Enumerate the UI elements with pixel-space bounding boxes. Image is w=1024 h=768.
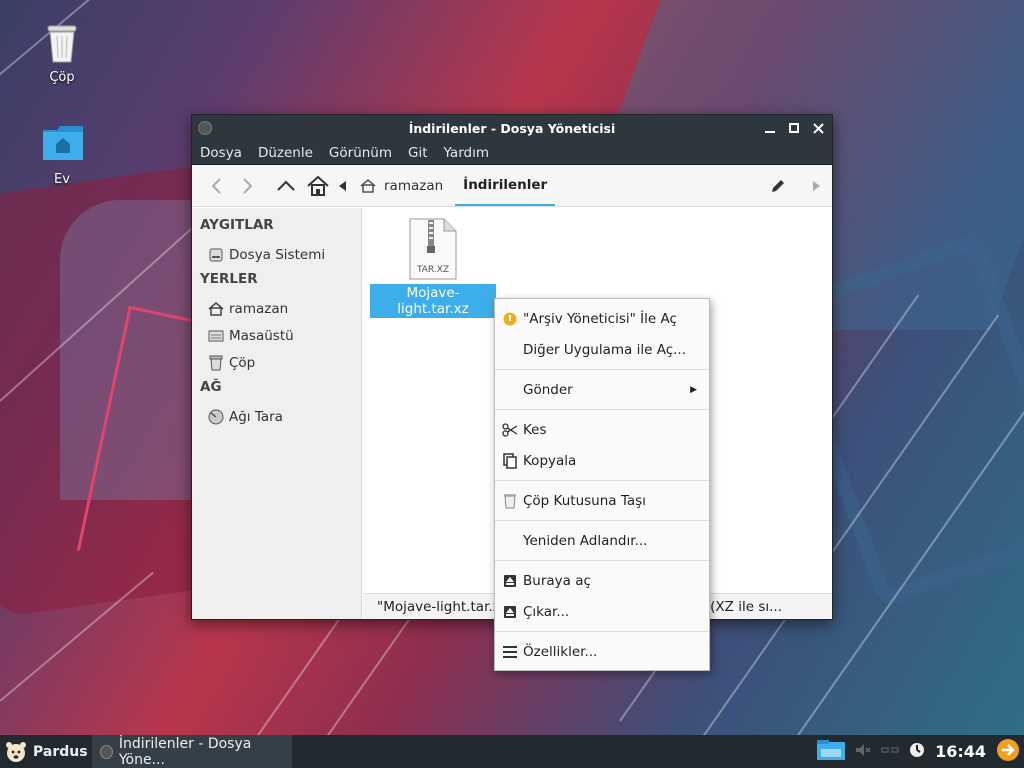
desktop-icon (208, 328, 224, 344)
trash-icon (42, 22, 82, 64)
sidebar-header-network: AĞ (200, 379, 222, 395)
breadcrumb-left-arrow[interactable] (334, 170, 352, 202)
clock[interactable]: 16:44 (935, 742, 986, 761)
pardus-logo-icon (6, 741, 26, 762)
svg-text:TAR.XZ: TAR.XZ (416, 265, 449, 275)
back-button[interactable] (200, 170, 232, 202)
breadcrumb-indirilenler[interactable]: İndirilenler (455, 165, 556, 206)
up-button[interactable] (270, 170, 302, 202)
trash-icon (208, 355, 224, 371)
menu-separator (495, 369, 709, 370)
menu-extract-here[interactable]: Buraya aç (495, 565, 709, 596)
breadcrumb-right-arrow[interactable] (804, 170, 828, 202)
back-icon (211, 177, 221, 194)
drive-icon (208, 247, 224, 263)
sidebar-item-desktop[interactable]: Masaüstü (192, 322, 361, 349)
sidebar-header-places: YERLER (200, 271, 258, 287)
file-manager-icon (100, 744, 113, 759)
menu-rename[interactable]: Yeniden Adlandır... (495, 525, 709, 556)
pencil-icon (772, 179, 784, 192)
desktop-icon-label: Çöp (49, 70, 75, 85)
menu-separator (495, 631, 709, 632)
network-disconnected-icon[interactable] (881, 743, 899, 761)
sidebar-item-trash[interactable]: Çöp (192, 349, 361, 376)
sidebar-item-network[interactable]: Ağı Tara (192, 403, 361, 430)
sidebar-item-filesystem[interactable]: Dosya Sistemi (192, 241, 361, 268)
home-button[interactable] (302, 170, 334, 202)
menu-cut[interactable]: Kes (495, 414, 709, 445)
menu-edit[interactable]: Düzenle (258, 145, 313, 161)
window-menu-icon[interactable] (198, 121, 212, 135)
minimize-button[interactable] (760, 118, 780, 138)
edit-path-button[interactable] (762, 170, 794, 202)
menu-view[interactable]: Görünüm (329, 145, 392, 161)
trash-icon (502, 493, 518, 509)
sidebar-header-devices: AYGITLAR (200, 217, 274, 233)
archive-file-icon: TAR.XZ (408, 218, 458, 280)
sidebar-item-home[interactable]: ramazan (192, 295, 361, 322)
menu-extract[interactable]: Çıkar... (495, 596, 709, 627)
desktop-icon-home[interactable]: Ev (27, 124, 97, 187)
files-icon[interactable] (817, 739, 846, 764)
forward-button[interactable] (232, 170, 264, 202)
menu-open-with-other[interactable]: Diğer Uygulama ile Aç... (495, 334, 709, 365)
network-icon (208, 409, 224, 425)
window-title: İndirilenler - Dosya Yöneticisi (408, 120, 616, 136)
menu-separator (495, 520, 709, 521)
properties-icon (502, 644, 518, 660)
desktop-icon-label: Ev (54, 172, 70, 187)
file-name: Mojave-light.tar.xz (370, 284, 496, 318)
menu-file[interactable]: Dosya (200, 145, 242, 161)
volume-muted-icon[interactable] (855, 743, 871, 761)
menu-bar: Dosya Düzenle Görünüm Git Yardım (192, 141, 832, 165)
scissors-icon (502, 422, 518, 438)
home-icon (360, 178, 376, 193)
home-folder-icon (42, 124, 83, 166)
sidebar: AYGITLAR Dosya Sistemi YERLER ramazan Ma… (192, 208, 362, 619)
submenu-arrow-icon: ▶ (690, 384, 697, 395)
extract-icon (502, 573, 518, 589)
home-icon (307, 175, 329, 196)
desktop-icon-trash[interactable]: Çöp (27, 22, 97, 85)
taskbar-window-button[interactable]: İndirilenler - Dosya Yöne... (92, 735, 292, 768)
menu-send-to[interactable]: Gönder ▶ (495, 374, 709, 405)
copy-icon (502, 453, 518, 469)
extract-icon (502, 604, 518, 620)
menu-copy[interactable]: Kopyala (495, 445, 709, 476)
menu-separator (495, 560, 709, 561)
menu-open-with-archive-manager[interactable]: "Arşiv Yöneticisi" İle Aç (495, 303, 709, 334)
close-button[interactable] (808, 118, 828, 138)
up-icon (277, 180, 295, 191)
forward-icon (243, 177, 253, 194)
toolbar: ramazan İndirilenler (192, 165, 832, 207)
clock-icon (909, 742, 925, 762)
menu-properties[interactable]: Özellikler... (495, 636, 709, 667)
menu-move-to-trash[interactable]: Çöp Kutusuna Taşı (495, 485, 709, 516)
logout-icon[interactable] (996, 738, 1020, 766)
archive-manager-icon (502, 311, 518, 327)
context-menu: "Arşiv Yöneticisi" İle Aç Diğer Uygulama… (494, 298, 710, 671)
breadcrumb-ramazan[interactable]: ramazan (352, 165, 451, 206)
system-tray: 16:44 (817, 735, 1020, 768)
maximize-button[interactable] (784, 118, 804, 138)
taskbar: Pardus İndirilenler - Dosya Yöne... 16:4… (0, 735, 1024, 768)
start-menu-button[interactable]: Pardus (0, 740, 92, 764)
menu-help[interactable]: Yardım (444, 145, 489, 161)
title-bar[interactable]: İndirilenler - Dosya Yöneticisi (192, 115, 832, 141)
menu-separator (495, 480, 709, 481)
menu-separator (495, 409, 709, 410)
menu-go[interactable]: Git (408, 145, 428, 161)
file-item[interactable]: TAR.XZ Mojave-light.tar.xz (370, 218, 496, 318)
home-icon (208, 301, 224, 317)
